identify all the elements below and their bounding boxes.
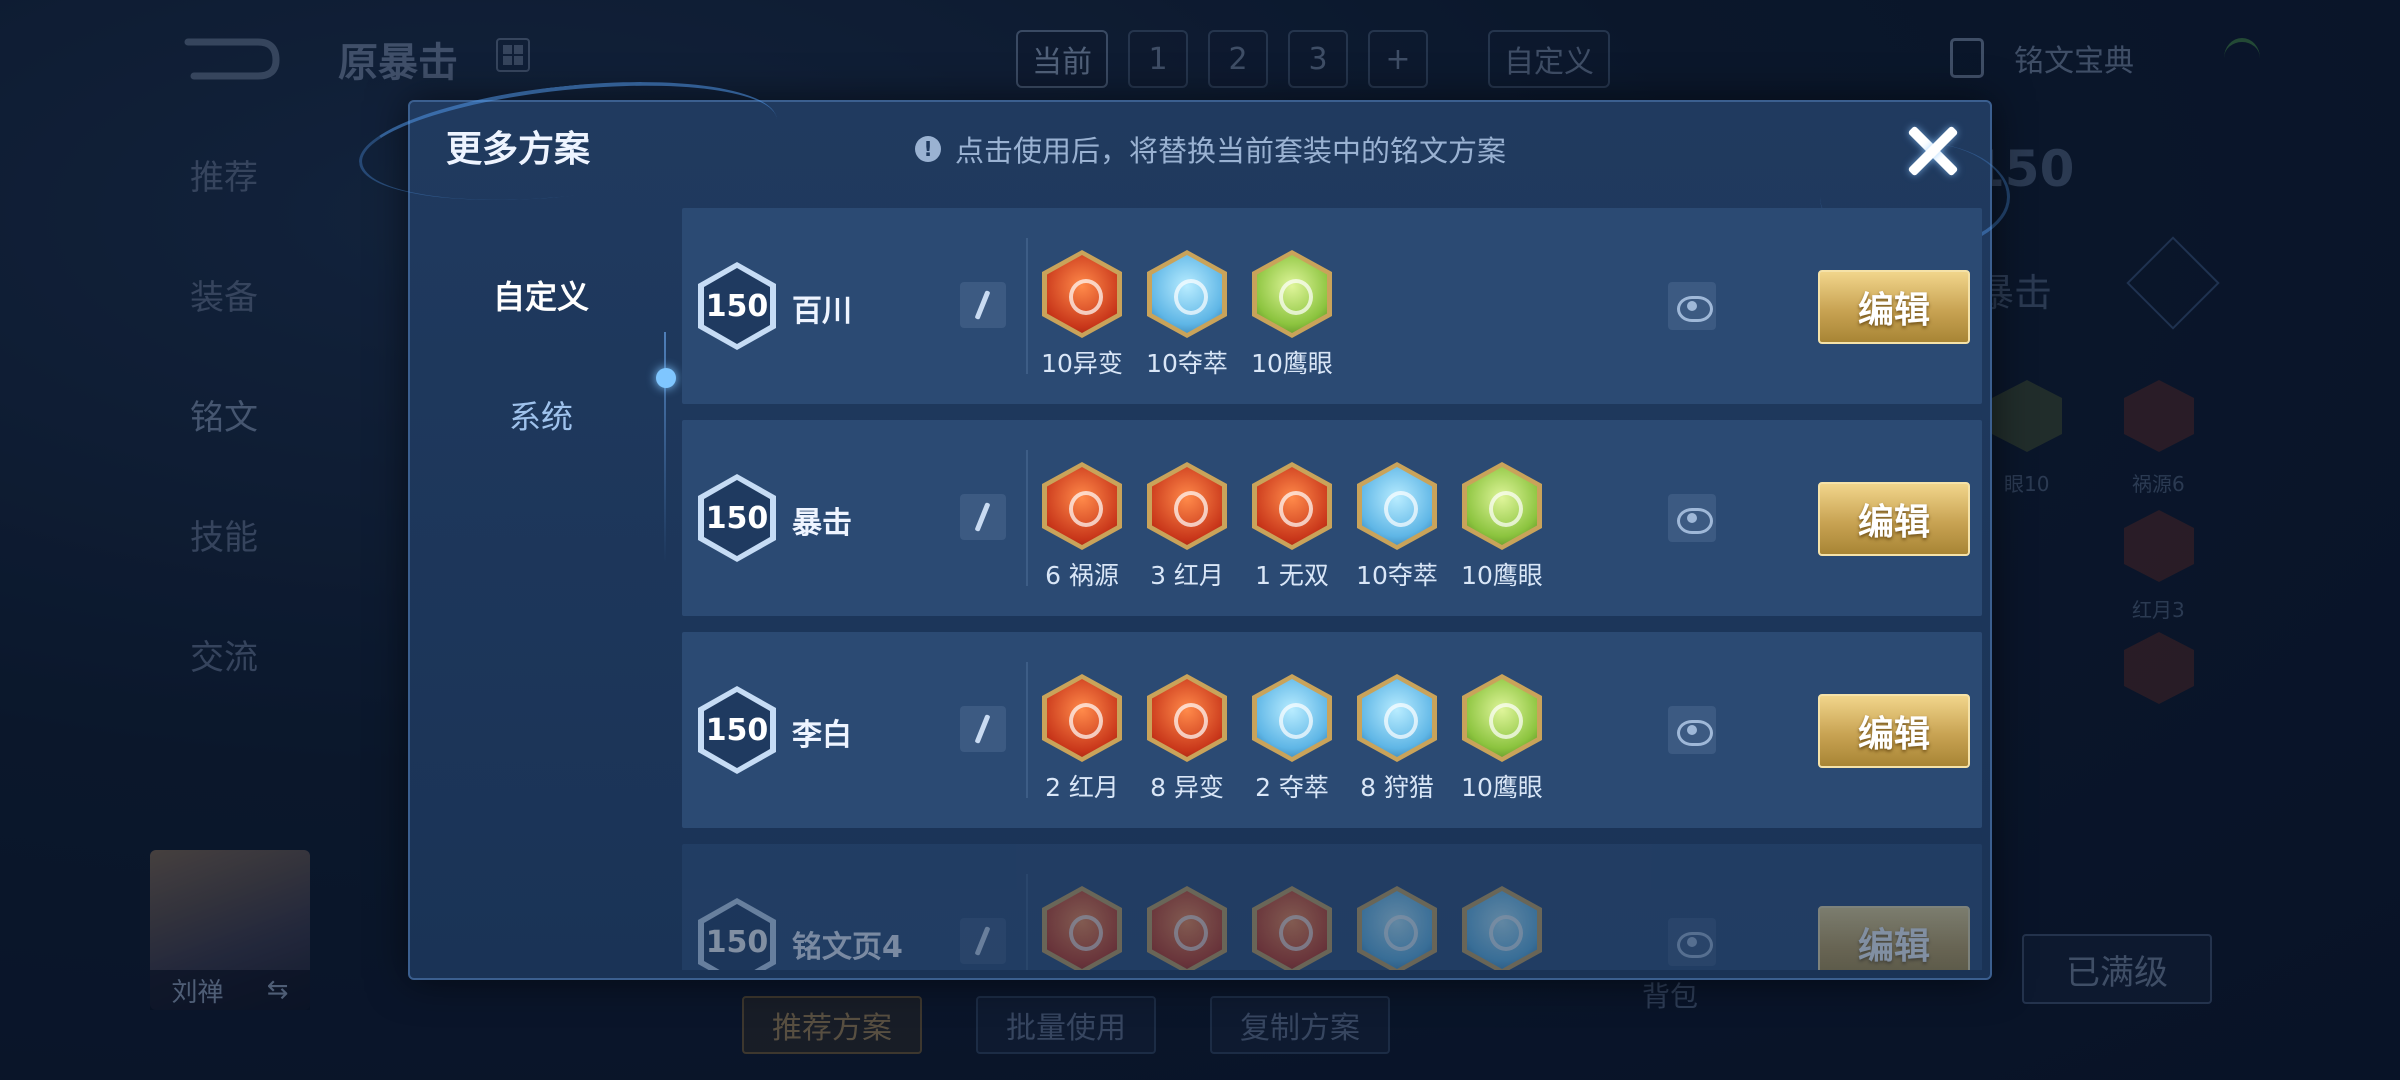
rune-label: 8 狩猎 [1360,773,1434,802]
rune-slot: 10鹰眼 [1461,462,1543,590]
plan-name: 百川 [792,294,852,329]
rune-slot [1357,886,1437,970]
rune-icon [1147,250,1227,338]
rune-label: 2 夺萃 [1255,773,1329,802]
level-value: 150 [704,692,770,768]
preview-eye-icon[interactable] [1668,706,1716,754]
preview-eye-icon[interactable] [1668,918,1716,966]
rune-label: 10夺萃 [1356,561,1438,590]
rune-icon [1462,886,1542,970]
rune-icon [1147,462,1227,550]
rune-label: 6 祸源 [1045,561,1119,590]
rune-slot: 10异变 [1041,250,1123,378]
notice-text: 点击使用后，将替换当前套装中的铭文方案 [955,134,1507,168]
rune-label: 10异变 [1041,349,1123,378]
level-badge: 150 [698,686,776,774]
level-badge: 150 [698,898,776,970]
rune-slot: 2 夺萃 [1252,674,1332,802]
plan-row: 150 暴击 6 祸源 3 红月 1 无双 10夺萃 10鹰眼 编辑 [682,420,1982,616]
rune-slot [1042,886,1122,970]
rune-slot: 8 异变 [1147,674,1227,802]
rune-icon [1357,462,1437,550]
rune-slot: 8 狩猎 [1357,674,1437,802]
plan-row: 150 百川 10异变 10夺萃 10鹰眼 编辑 [682,208,1982,404]
rune-label: 3 红月 [1150,561,1224,590]
rune-label: 1 无双 [1255,561,1329,590]
rune-label: 10鹰眼 [1461,773,1543,802]
plan-category-tabs: 自定义 系统 [410,192,676,982]
rune-icon [1462,674,1542,762]
row-divider [1026,874,1028,970]
rename-pencil-icon[interactable] [960,918,1006,964]
preview-eye-icon[interactable] [1668,282,1716,330]
rune-icon [1252,250,1332,338]
tab-system-plans[interactable]: 系统 [410,392,672,438]
edit-button[interactable]: 编辑 [1818,482,1970,556]
info-icon: ! [915,136,941,162]
rename-pencil-icon[interactable] [960,706,1006,752]
rune-icon [1147,674,1227,762]
plan-name: 铭文页4 [792,930,903,965]
rune-label: 10鹰眼 [1251,349,1333,378]
rune-slot: 10夺萃 [1146,250,1228,378]
rune-slot: 6 祸源 [1042,462,1122,590]
level-value: 150 [704,904,770,970]
rename-pencil-icon[interactable] [960,494,1006,540]
plan-name: 暴击 [792,506,852,541]
tab-custom-plans[interactable]: 自定义 [410,272,672,318]
rune-slot [1462,886,1542,970]
level-badge: 150 [698,474,776,562]
rune-icon [1252,674,1332,762]
dialog-title: 更多方案 [446,129,591,170]
more-plans-dialog: 更多方案 ! 点击使用后，将替换当前套装中的铭文方案 自定义 系统 150 百川… [353,64,2010,982]
rune-slot: 3 红月 [1147,462,1227,590]
rune-slot: 1 无双 [1252,462,1332,590]
edit-button[interactable]: 编辑 [1818,694,1970,768]
level-value: 150 [704,480,770,556]
rune-slot [1147,886,1227,970]
tab-label: 自定义 [492,278,589,316]
rune-icon [1042,886,1122,970]
rename-pencil-icon[interactable] [960,282,1006,328]
rune-icon [1042,250,1122,338]
edit-button[interactable]: 编辑 [1818,906,1970,970]
rune-icon [1147,886,1227,970]
rune-slot: 10鹰眼 [1251,250,1333,378]
rune-slot: 10鹰眼 [1461,674,1543,802]
rune-slot [1252,886,1332,970]
plan-row: 150 李白 2 红月 8 异变 2 夺萃 8 狩猎 10鹰眼 编辑 [682,632,1982,828]
rune-icon [1357,886,1437,970]
rune-icon [1357,674,1437,762]
rune-slot: 10夺萃 [1356,462,1438,590]
tab-divider [664,332,666,562]
level-badge: 150 [698,262,776,350]
edit-button[interactable]: 编辑 [1818,270,1970,344]
rune-label: 10鹰眼 [1461,561,1543,590]
rune-icon [1252,886,1332,970]
preview-eye-icon[interactable] [1668,494,1716,542]
rune-icon [1042,462,1122,550]
rune-label: 10夺萃 [1146,349,1228,378]
plan-list[interactable]: 150 百川 10异变 10夺萃 10鹰眼 编辑 150 暴击 6 祸源 3 红… [682,208,1982,970]
rune-slot: 2 红月 [1042,674,1122,802]
active-tab-indicator [656,368,676,388]
rune-icon [1462,462,1542,550]
rune-icon [1252,462,1332,550]
rune-label: 2 红月 [1045,773,1119,802]
plan-name: 李白 [792,718,852,753]
plan-row: 150 铭文页4 编辑 [682,844,1982,970]
close-button[interactable] [1898,116,1968,186]
rune-label: 8 异变 [1150,773,1224,802]
level-value: 150 [704,268,770,344]
rune-icon [1042,674,1122,762]
notice: ! 点击使用后，将替换当前套装中的铭文方案 [915,128,1506,170]
